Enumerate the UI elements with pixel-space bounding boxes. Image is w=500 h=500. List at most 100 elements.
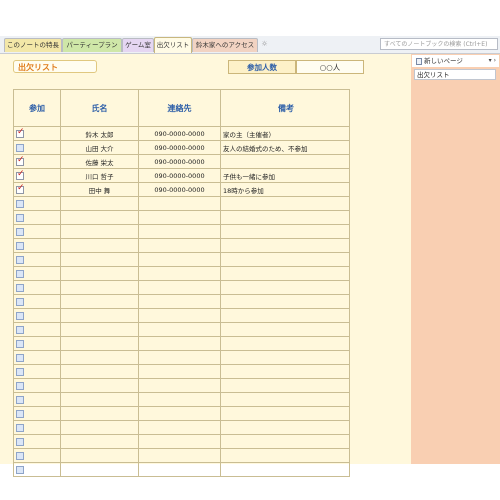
notes-cell[interactable] — [220, 350, 350, 365]
tab-party-plan[interactable]: パーティープラン — [62, 38, 122, 52]
contact-cell[interactable] — [138, 448, 221, 463]
contact-cell[interactable] — [138, 322, 221, 337]
contact-cell[interactable] — [138, 224, 221, 239]
contact-cell[interactable] — [138, 434, 221, 449]
contact-cell[interactable] — [138, 238, 221, 253]
checkbox-icon[interactable] — [16, 199, 24, 208]
tab-game-room[interactable]: ゲーム室 — [122, 38, 154, 52]
checkbox-icon[interactable] — [16, 255, 24, 264]
contact-cell[interactable] — [138, 364, 221, 379]
name-cell[interactable] — [60, 406, 139, 421]
checkbox-icon[interactable] — [16, 241, 24, 250]
checkbox-icon[interactable] — [16, 423, 24, 432]
name-cell[interactable] — [60, 336, 139, 351]
checkbox-icon[interactable] — [16, 409, 24, 418]
attendee-count-value[interactable]: ○○人 — [296, 60, 364, 74]
notes-cell[interactable] — [220, 210, 350, 225]
attend-cell[interactable] — [13, 350, 61, 365]
name-cell[interactable]: 川口 哲子 — [60, 168, 139, 183]
checkbox-icon[interactable] — [16, 213, 24, 222]
notes-cell[interactable]: 18時から参加 — [220, 182, 350, 197]
name-cell[interactable] — [60, 462, 139, 477]
attend-cell[interactable] — [13, 266, 61, 281]
attend-cell[interactable] — [13, 280, 61, 295]
name-cell[interactable] — [60, 252, 139, 267]
notes-cell[interactable] — [220, 224, 350, 239]
notes-cell[interactable] — [220, 322, 350, 337]
notes-cell[interactable] — [220, 434, 350, 449]
name-cell[interactable]: 山田 大介 — [60, 140, 139, 155]
notes-cell[interactable] — [220, 364, 350, 379]
attend-cell[interactable] — [13, 182, 61, 197]
contact-cell[interactable] — [138, 210, 221, 225]
attend-cell[interactable] — [13, 308, 61, 323]
checkbox-icon[interactable] — [16, 227, 24, 236]
contact-cell[interactable] — [138, 196, 221, 211]
add-section-icon[interactable]: ☼ — [260, 40, 269, 49]
attend-cell[interactable] — [13, 294, 61, 309]
notes-cell[interactable] — [220, 462, 350, 477]
checkbox-icon[interactable] — [16, 283, 24, 292]
contact-cell[interactable] — [138, 406, 221, 421]
name-cell[interactable] — [60, 280, 139, 295]
attend-cell[interactable] — [13, 448, 61, 463]
notes-cell[interactable] — [220, 378, 350, 393]
name-cell[interactable] — [60, 196, 139, 211]
name-cell[interactable]: 田中 舞 — [60, 182, 139, 197]
contact-cell[interactable] — [138, 392, 221, 407]
name-cell[interactable]: 鈴木 太郎 — [60, 126, 139, 141]
checkbox-icon[interactable] — [16, 311, 24, 320]
name-cell[interactable] — [60, 448, 139, 463]
name-cell[interactable] — [60, 308, 139, 323]
page-title[interactable]: 出欠リスト — [13, 60, 97, 73]
notes-cell[interactable] — [220, 392, 350, 407]
checkbox-icon[interactable] — [16, 269, 24, 278]
attend-cell[interactable] — [13, 140, 61, 155]
checkbox-icon[interactable] — [16, 451, 24, 460]
name-cell[interactable] — [60, 294, 139, 309]
checkbox-icon[interactable] — [16, 339, 24, 348]
tab-features[interactable]: このノートの特長 — [4, 38, 62, 52]
attend-cell[interactable] — [13, 462, 61, 477]
name-cell[interactable] — [60, 322, 139, 337]
new-page-button[interactable]: 新しいページ ▾ › — [412, 55, 499, 67]
name-cell[interactable] — [60, 434, 139, 449]
attend-cell[interactable] — [13, 364, 61, 379]
name-cell[interactable] — [60, 350, 139, 365]
name-cell[interactable] — [60, 364, 139, 379]
attend-cell[interactable] — [13, 168, 61, 183]
notes-cell[interactable] — [220, 448, 350, 463]
checkbox-icon[interactable] — [16, 297, 24, 306]
contact-cell[interactable] — [138, 252, 221, 267]
notes-cell[interactable]: 子供も一緒に参加 — [220, 168, 350, 183]
panel-controls[interactable]: ▾ › — [489, 55, 496, 67]
checkbox-icon[interactable] — [16, 325, 24, 334]
name-cell[interactable] — [60, 210, 139, 225]
contact-cell[interactable] — [138, 266, 221, 281]
name-cell[interactable] — [60, 266, 139, 281]
contact-cell[interactable]: 090-0000-0000 — [138, 182, 221, 197]
notes-cell[interactable] — [220, 420, 350, 435]
checkbox-icon[interactable] — [16, 437, 24, 446]
notes-cell[interactable]: 友人の結婚式のため、不参加 — [220, 140, 350, 155]
attend-cell[interactable] — [13, 434, 61, 449]
contact-cell[interactable] — [138, 336, 221, 351]
contact-cell[interactable] — [138, 462, 221, 477]
notes-cell[interactable] — [220, 266, 350, 281]
notes-cell[interactable] — [220, 406, 350, 421]
contact-cell[interactable]: 090-0000-0000 — [138, 140, 221, 155]
checked-checkbox-icon[interactable] — [16, 155, 25, 166]
tab-attendance-list[interactable]: 出欠リスト — [154, 37, 192, 53]
contact-cell[interactable]: 090-0000-0000 — [138, 154, 221, 169]
tab-access-suzuki[interactable]: 鈴木家へのアクセス — [192, 38, 258, 52]
notes-cell[interactable] — [220, 238, 350, 253]
attend-cell[interactable] — [13, 406, 61, 421]
contact-cell[interactable]: 090-0000-0000 — [138, 168, 221, 183]
contact-cell[interactable] — [138, 294, 221, 309]
attend-cell[interactable] — [13, 252, 61, 267]
attend-cell[interactable] — [13, 238, 61, 253]
checkbox-icon[interactable] — [16, 367, 24, 376]
attend-cell[interactable] — [13, 210, 61, 225]
checked-checkbox-icon[interactable] — [16, 127, 25, 138]
checkbox-icon[interactable] — [16, 143, 24, 152]
